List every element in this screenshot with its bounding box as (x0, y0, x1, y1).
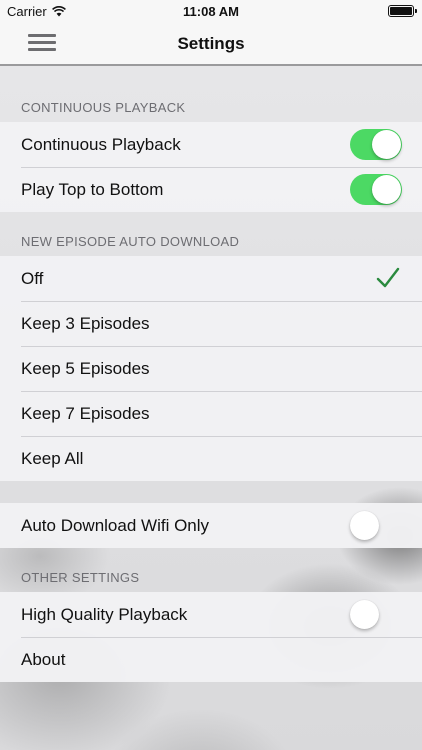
high-quality-playback-row[interactable]: High Quality Playback (0, 592, 422, 637)
play-top-to-bottom-toggle[interactable] (350, 174, 402, 205)
page-title: Settings (177, 34, 245, 53)
toggle-knob (350, 600, 379, 629)
play-top-to-bottom-label: Play Top to Bottom (21, 179, 164, 199)
about-row[interactable]: About (0, 637, 422, 682)
option-label: Keep 5 Episodes (21, 358, 150, 378)
play-top-to-bottom-row[interactable]: Play Top to Bottom (0, 167, 422, 212)
toggle-knob (372, 175, 401, 204)
auto-download-wifi-only-toggle[interactable] (350, 510, 380, 541)
high-quality-playback-label: High Quality Playback (21, 604, 188, 624)
battery-icon (388, 5, 417, 17)
toggle-knob (372, 130, 401, 159)
section-header-auto-download: NEW EPISODE AUTO DOWNLOAD (21, 234, 240, 249)
auto-download-wifi-only-label: Auto Download Wifi Only (21, 515, 210, 535)
status-bar: Carrier 11:08 AM (0, 0, 422, 22)
about-label: About (21, 649, 66, 669)
continuous-playback-toggle[interactable] (350, 129, 402, 160)
continuous-playback-group: Continuous Playback Play Top to Bottom (0, 122, 422, 212)
option-label: Off (21, 268, 44, 288)
toggle-knob (350, 511, 379, 540)
auto-download-option-keep-7[interactable]: Keep 7 Episodes (0, 391, 422, 436)
section-header-continuous-playback: CONTINUOUS PLAYBACK (21, 100, 186, 115)
option-label: Keep All (21, 448, 84, 468)
auto-download-option-off[interactable]: Off (0, 256, 422, 301)
option-label: Keep 3 Episodes (21, 313, 150, 333)
section-header-other-settings: OTHER SETTINGS (21, 570, 140, 585)
auto-download-option-keep-5[interactable]: Keep 5 Episodes (0, 346, 422, 391)
settings-list: CONTINUOUS PLAYBACK Continuous Playback … (0, 66, 422, 682)
auto-download-group: Off Keep 3 Episodes Keep 5 Episodes Keep… (0, 256, 422, 481)
auto-download-option-keep-all[interactable]: Keep All (0, 436, 422, 481)
continuous-playback-row[interactable]: Continuous Playback (0, 122, 422, 167)
other-settings-group: High Quality Playback About (0, 592, 422, 682)
checkmark-icon (376, 267, 400, 288)
wifi-group: Auto Download Wifi Only (0, 503, 422, 548)
option-label: Keep 7 Episodes (21, 403, 150, 423)
continuous-playback-label: Continuous Playback (21, 134, 181, 154)
auto-download-option-keep-3[interactable]: Keep 3 Episodes (0, 301, 422, 346)
auto-download-wifi-only-row[interactable]: Auto Download Wifi Only (0, 503, 422, 548)
status-time: 11:08 AM (183, 4, 239, 19)
high-quality-playback-toggle[interactable] (350, 599, 380, 630)
navigation-bar: Settings (0, 22, 422, 66)
